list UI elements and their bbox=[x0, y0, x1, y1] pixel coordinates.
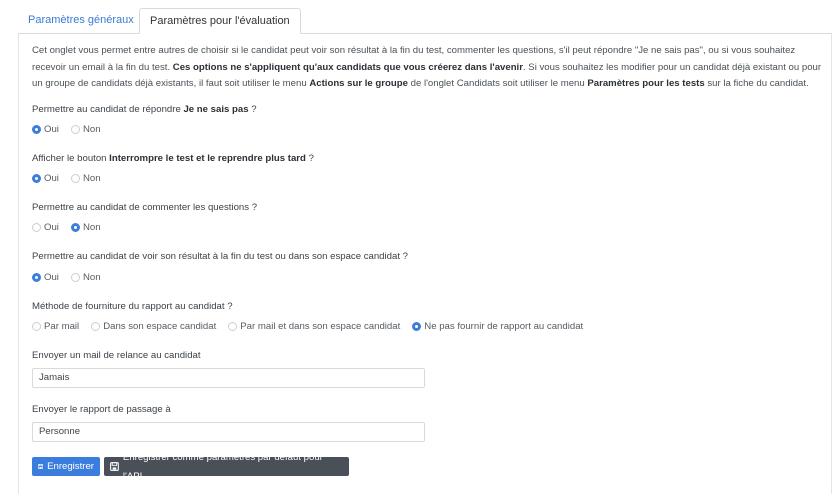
radio-option-no[interactable]: Non bbox=[70, 172, 101, 184]
radio-group-report-method: Par mail Dans son espace candidat Par ma… bbox=[32, 319, 595, 333]
radio-label: Oui bbox=[44, 172, 59, 184]
radio-label: Non bbox=[82, 172, 101, 184]
radio-indicator[interactable] bbox=[228, 321, 238, 331]
question-dont-know: Permettre au candidat de répondre Je ne … bbox=[32, 104, 257, 115]
question-label-bold: Je ne sais pas bbox=[183, 104, 249, 115]
radio-indicator[interactable] bbox=[70, 272, 80, 282]
save-icon bbox=[38, 464, 44, 469]
radio-group-interrupt: Oui Non bbox=[32, 171, 113, 185]
radio-option-by-mail[interactable]: Par mail bbox=[32, 321, 79, 332]
radio-indicator[interactable] bbox=[32, 222, 41, 232]
report-recipient-select[interactable]: Personne bbox=[32, 422, 425, 442]
radio-label: Oui bbox=[44, 221, 59, 233]
tab-general-settings[interactable]: Paramètres généraux bbox=[18, 8, 144, 32]
radio-option-no[interactable]: Non bbox=[70, 221, 101, 233]
radio-option-yes[interactable]: Oui bbox=[32, 124, 59, 135]
radio-option-candidate-space[interactable]: Dans son espace candidat bbox=[91, 321, 216, 332]
question-comment: Permettre au candidat de commenter les q… bbox=[32, 202, 258, 213]
radio-label: Non bbox=[82, 221, 101, 233]
radio-indicator-checked[interactable] bbox=[70, 222, 80, 232]
radio-label: Dans son espace candidat bbox=[103, 320, 217, 332]
reminder-label: Envoyer un mail de relance au candidat bbox=[32, 350, 201, 361]
tab-evaluation-settings[interactable]: Paramètres pour l'évaluation bbox=[139, 8, 301, 34]
radio-label: Par mail bbox=[44, 320, 80, 332]
radio-label: Ne pas fournir de rapport au candidat bbox=[424, 320, 584, 332]
question-see-result: Permettre au candidat de voir son résult… bbox=[32, 251, 408, 262]
reminder-select[interactable]: Jamais bbox=[32, 368, 425, 388]
tab-bar: Paramètres généraux Paramètres pour l'év… bbox=[18, 8, 832, 34]
intro-text: Cet onglet vous permet entre autres de c… bbox=[32, 43, 822, 93]
save-default-api-button[interactable]: Enregistrer comme paramètres par défaut … bbox=[104, 452, 349, 482]
question-label: ? bbox=[248, 104, 257, 115]
radio-label: Oui bbox=[44, 123, 59, 135]
radio-option-yes[interactable]: Oui bbox=[32, 272, 59, 283]
intro-emphasis: Ces options ne s'appliquent qu'aux candi… bbox=[172, 61, 523, 73]
question-label: Afficher le bouton bbox=[32, 153, 110, 164]
question-label-bold: Interrompre le test et le reprendre plus… bbox=[109, 153, 306, 164]
intro-menu-group-actions: Actions sur le groupe bbox=[309, 78, 408, 89]
radio-group-see-result: Oui Non bbox=[32, 270, 113, 284]
radio-option-yes[interactable]: Oui bbox=[32, 222, 59, 233]
question-interrupt-button: Afficher le bouton Interrompre le test e… bbox=[32, 153, 314, 164]
question-label: ? bbox=[305, 153, 314, 164]
radio-indicator-checked[interactable] bbox=[412, 321, 422, 331]
question-label: Permettre au candidat de répondre bbox=[32, 104, 184, 115]
question-report-method: Méthode de fourniture du rapport au cand… bbox=[32, 301, 233, 312]
radio-indicator[interactable] bbox=[70, 124, 80, 134]
save-default-api-label: Enregistrer comme paramètres par défaut … bbox=[122, 451, 323, 482]
radio-indicator[interactable] bbox=[91, 321, 101, 331]
radio-label: Par mail et dans son espace candidat bbox=[240, 320, 401, 332]
intro-part: sur la fiche du candidat. bbox=[704, 78, 809, 89]
radio-option-no-report[interactable]: Ne pas fournir de rapport au candidat bbox=[412, 321, 583, 332]
radio-indicator[interactable] bbox=[70, 173, 80, 183]
radio-group-comment: Oui Non bbox=[32, 220, 113, 234]
radio-label: Oui bbox=[44, 271, 59, 283]
radio-indicator-checked[interactable] bbox=[32, 124, 41, 134]
save-button-label: Enregistrer bbox=[47, 461, 94, 472]
save-icon bbox=[110, 462, 119, 471]
radio-option-yes[interactable]: Oui bbox=[32, 173, 59, 184]
radio-indicator[interactable] bbox=[32, 321, 41, 331]
radio-group-dont-know: Oui Non bbox=[32, 122, 113, 136]
intro-menu-test-settings: Paramètres pour les tests bbox=[587, 78, 705, 89]
report-recipient-label: Envoyer le rapport de passage à bbox=[32, 404, 171, 415]
radio-indicator-checked[interactable] bbox=[32, 272, 41, 282]
radio-label: Non bbox=[82, 271, 101, 283]
radio-option-mail-and-space[interactable]: Par mail et dans son espace candidat bbox=[228, 321, 400, 332]
radio-option-no[interactable]: Non bbox=[70, 123, 101, 135]
radio-indicator-checked[interactable] bbox=[32, 173, 41, 183]
radio-option-no[interactable]: Non bbox=[70, 271, 101, 283]
intro-part: de l'onglet Candidats soit utiliser le m… bbox=[407, 78, 588, 89]
radio-label: Non bbox=[82, 123, 101, 135]
save-button[interactable]: Enregistrer bbox=[32, 457, 100, 476]
